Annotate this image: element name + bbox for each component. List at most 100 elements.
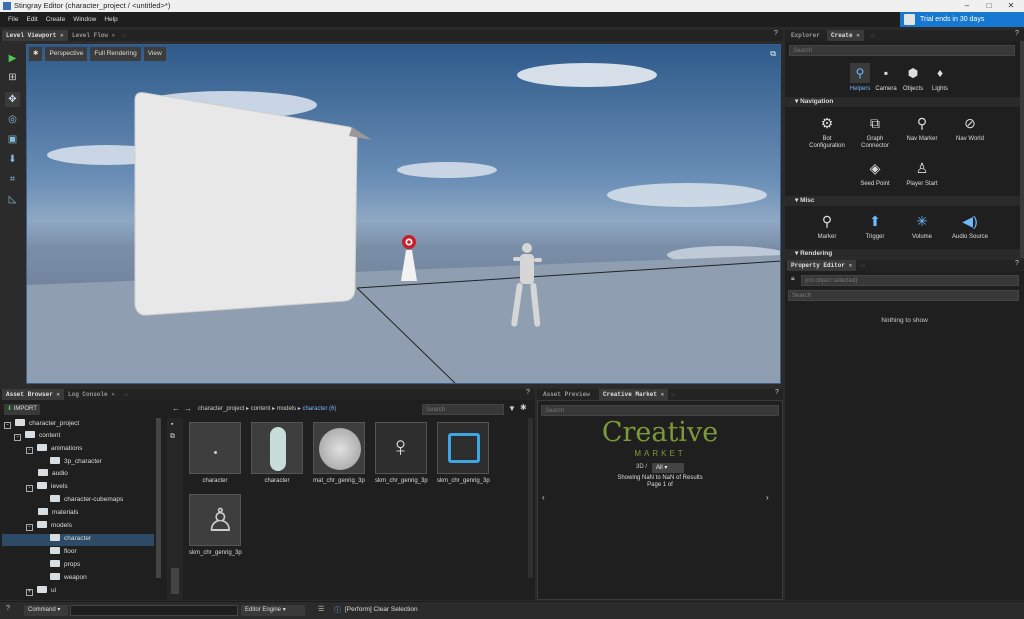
audio-source-button[interactable]: ◀) Audio Source: [948, 211, 992, 241]
tab-create[interactable]: Create ✕: [827, 30, 864, 41]
render-mode-button[interactable]: Full Rendering: [90, 47, 141, 61]
log-list-icon[interactable]: ☰: [318, 605, 324, 613]
tree-item[interactable]: - models: [26, 520, 72, 532]
command-mode-dropdown[interactable]: Command ▾: [24, 605, 68, 616]
import-button[interactable]: ⬇ IMPORT: [4, 404, 40, 415]
scale-tool-icon[interactable]: ▣: [5, 132, 20, 147]
back-arrow-icon[interactable]: ←: [172, 404, 180, 413]
marker-button[interactable]: ⚲ Marker: [805, 211, 849, 241]
lock-icon[interactable]: 🔒︎: [791, 275, 795, 283]
lights-button[interactable]: ♦ Lights: [918, 63, 962, 93]
asset-tile[interactable]: skm_chr_genrig_3p: [437, 422, 490, 484]
prev-page-icon[interactable]: ‹: [542, 493, 545, 502]
nav-world-button[interactable]: ⊘ Nav World: [948, 113, 992, 143]
menu-help[interactable]: Help: [100, 12, 121, 27]
section-misc[interactable]: ▾ Misc: [785, 196, 1020, 206]
tab-asset-preview[interactable]: Asset Preview: [539, 389, 594, 400]
tab-property-editor[interactable]: Property Editor ✕: [787, 260, 857, 271]
tree-item-selected[interactable]: character: [50, 533, 91, 545]
forward-arrow-icon[interactable]: →: [184, 404, 192, 413]
object-selector[interactable]: (no object selected): [801, 275, 1019, 286]
section-rendering[interactable]: ▾ Rendering: [785, 249, 1020, 259]
new-tab-icon[interactable]: ▭: [867, 30, 879, 41]
nav-marker-button[interactable]: ⚲ Nav Marker: [900, 113, 944, 143]
create-help-icon[interactable]: ?: [1015, 30, 1019, 37]
tab-asset-browser[interactable]: Asset Browser ✕: [2, 389, 65, 400]
create-search-input[interactable]: Search: [789, 45, 1015, 56]
preview-help-icon[interactable]: ?: [775, 389, 779, 396]
seed-point-button[interactable]: ◈ Seed Point: [853, 158, 897, 188]
tree-item[interactable]: - levels: [26, 481, 68, 493]
breadcrumb-current[interactable]: character (6): [302, 406, 336, 412]
menu-edit[interactable]: Edit: [22, 12, 41, 27]
menu-create[interactable]: Create: [42, 12, 70, 27]
place-tool-icon[interactable]: ⬇: [5, 152, 20, 167]
tree-item[interactable]: 3p_character: [50, 456, 102, 468]
asset-search-input[interactable]: Search: [422, 404, 504, 415]
tree-item[interactable]: - content: [14, 430, 60, 442]
tree-item[interactable]: materials: [38, 507, 78, 519]
tab-level-viewport[interactable]: Level Viewport ✕: [2, 30, 68, 41]
select-tool-icon[interactable]: ✥: [5, 92, 20, 107]
tree-item[interactable]: audio: [38, 468, 68, 480]
engine-dropdown[interactable]: Editor Engine ▾: [241, 605, 305, 616]
new-tab-icon[interactable]: ▭: [118, 30, 130, 41]
asset-tile[interactable]: character: [189, 422, 241, 484]
menu-window[interactable]: Window: [69, 12, 100, 27]
perspective-button[interactable]: Perspective: [45, 47, 88, 61]
view-button[interactable]: View: [143, 47, 166, 61]
gamepad-icon[interactable]: ⊞: [5, 70, 20, 85]
measure-tool-icon[interactable]: ◺: [5, 192, 20, 207]
trigger-button[interactable]: ⬆ Trigger: [853, 211, 897, 241]
category-dropdown[interactable]: All ▾: [652, 463, 684, 473]
asset-tile[interactable]: character: [251, 422, 303, 484]
folder-view-icon[interactable]: ▪: [171, 421, 173, 428]
tree-item[interactable]: props: [50, 559, 80, 571]
snap-tool-icon[interactable]: ⌗: [5, 172, 20, 187]
command-input[interactable]: [70, 605, 238, 616]
new-tab-icon[interactable]: ▭: [120, 389, 132, 400]
gear-icon[interactable]: ✱: [520, 403, 527, 412]
tree-item[interactable]: - character_project: [4, 418, 79, 430]
market-search-input[interactable]: Search: [541, 405, 779, 416]
tree-item[interactable]: character-cubemaps: [50, 494, 123, 506]
new-tab-icon[interactable]: ▭: [667, 389, 679, 400]
asset-tile[interactable]: ♀ skm_chr_genrig_3p: [375, 422, 428, 484]
breadcrumb-item[interactable]: models: [277, 406, 296, 412]
tab-log-console[interactable]: Log Console ✕: [64, 389, 119, 400]
tab-creative-market[interactable]: Creative Market ✕: [599, 389, 669, 400]
rotate-tool-icon[interactable]: ◎: [5, 112, 20, 127]
volume-button[interactable]: ✳ Volume: [900, 211, 944, 241]
maximize-icon[interactable]: □: [978, 0, 1000, 12]
section-navigation[interactable]: ▾ Navigation: [785, 97, 1020, 107]
asset-tile[interactable]: mat_chr_genrig_3p: [313, 422, 365, 484]
menu-file[interactable]: File: [4, 12, 22, 27]
maximize-viewport-icon[interactable]: ⧉: [770, 49, 776, 59]
asset-tile[interactable]: ♙ skm_chr_genrig_3p: [189, 494, 242, 556]
property-search-input[interactable]: Search: [788, 290, 1019, 301]
next-page-icon[interactable]: ›: [766, 493, 769, 502]
player-start-button[interactable]: ♙ Player Start: [900, 158, 944, 188]
level-viewport[interactable]: ✱ Perspective Full Rendering View ⧉: [26, 44, 781, 384]
tab-explorer[interactable]: Explorer: [787, 30, 824, 41]
viewport-settings-icon[interactable]: ✱: [29, 47, 43, 61]
trial-banner[interactable]: Trial ends in 30 days: [900, 12, 1024, 27]
tree-item[interactable]: + ui: [26, 585, 56, 597]
breadcrumb-item[interactable]: content: [251, 406, 271, 412]
collections-icon[interactable]: ⧉: [170, 433, 175, 441]
tab-level-flow[interactable]: Level Flow ✕: [68, 30, 119, 41]
minimize-icon[interactable]: –: [956, 0, 978, 12]
filter-icon[interactable]: ▼: [508, 404, 516, 413]
asset-help-icon[interactable]: ?: [526, 389, 530, 396]
thumb-size-slider[interactable]: [171, 568, 179, 594]
new-tab-icon[interactable]: ▭: [857, 260, 869, 271]
tree-item[interactable]: - animations: [26, 443, 82, 455]
tree-item[interactable]: weapon: [50, 572, 87, 584]
tree-item[interactable]: floor: [50, 546, 77, 558]
create-scrollbar[interactable]: [1020, 41, 1024, 258]
viewport-help-icon[interactable]: ?: [774, 30, 778, 37]
close-icon[interactable]: ✕: [1000, 0, 1022, 12]
graph-connector-button[interactable]: ⧉ Graph Connector: [853, 113, 897, 150]
breadcrumb-item[interactable]: character_project: [198, 406, 244, 412]
bot-configuration-button[interactable]: ⚙ Bot Configuration: [805, 113, 849, 150]
